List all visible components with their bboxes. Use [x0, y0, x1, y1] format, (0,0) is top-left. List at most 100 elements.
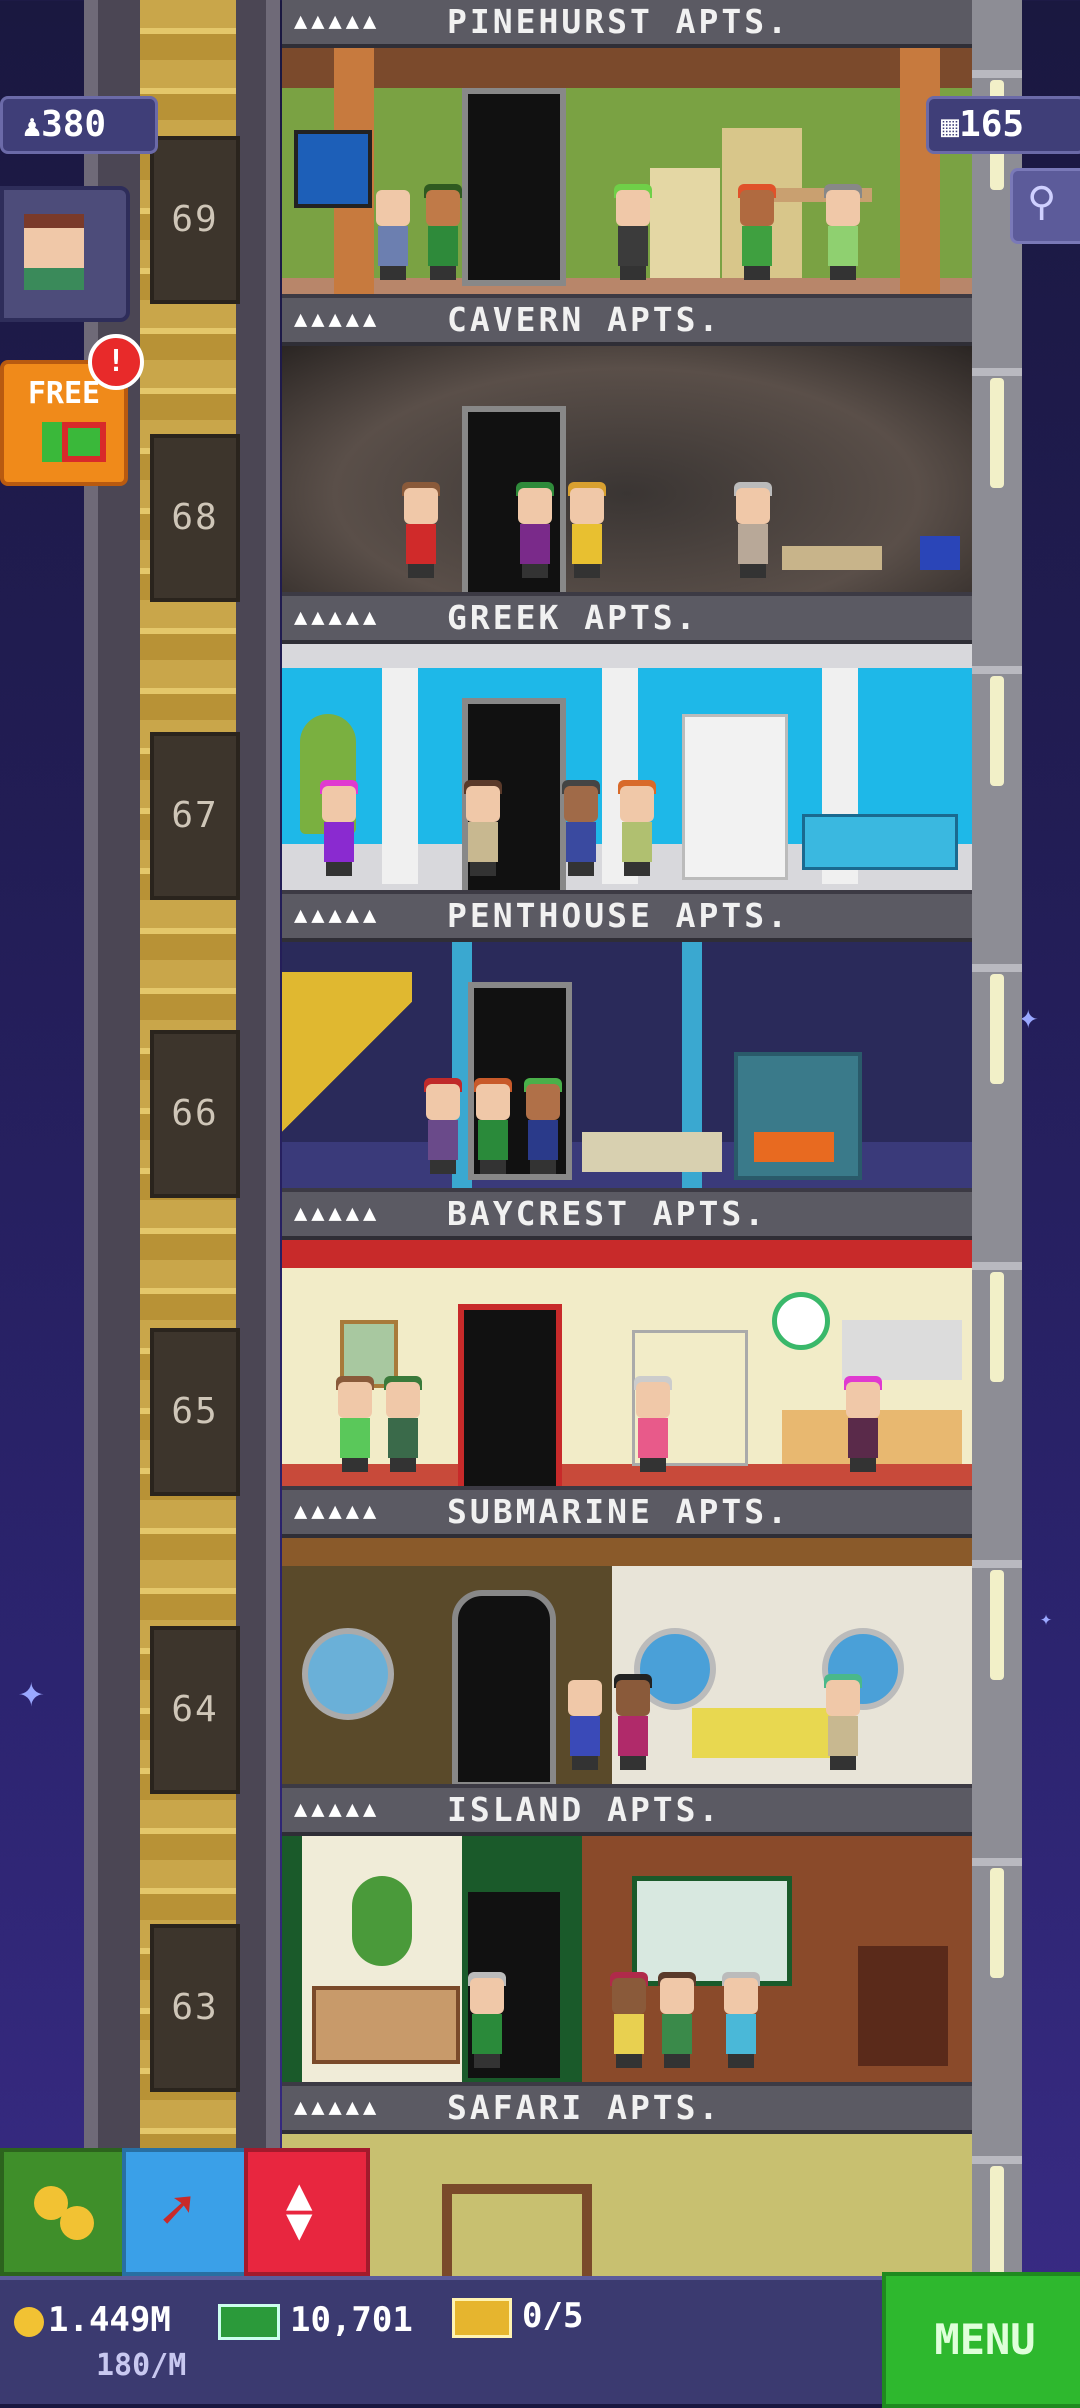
tenant[interactable] — [842, 1376, 882, 1472]
elevator-button[interactable]: ▲ ▼ — [244, 2148, 370, 2276]
tenant[interactable] — [400, 482, 440, 578]
wardrobe — [858, 1946, 948, 2066]
fridge — [650, 168, 720, 278]
floor-submarine[interactable]: ▲▲▲▲▲ SUBMARINE APTS. — [282, 1490, 972, 1788]
floor-island[interactable]: ▲▲▲▲▲ ISLAND APTS. — [282, 1788, 972, 2086]
tenant[interactable] — [736, 184, 776, 280]
window — [990, 974, 1004, 1084]
coins-value: 1.449M — [48, 2300, 171, 2340]
couch — [582, 1132, 722, 1172]
staircase — [282, 972, 412, 1162]
tenant[interactable] — [472, 1078, 512, 1174]
floor-name: CAVERN APTS. — [447, 300, 722, 339]
population-counter[interactable]: ♟380 — [0, 96, 158, 154]
dig-button[interactable]: ➚ — [122, 2148, 248, 2276]
dig-icon: ➚ — [160, 2178, 194, 2243]
tenant[interactable] — [564, 1680, 604, 1770]
tenant[interactable] — [318, 780, 358, 876]
column — [382, 668, 418, 884]
bitizen-avatar-button[interactable] — [0, 186, 130, 322]
floor-stars: ▲▲▲▲▲ — [294, 1201, 381, 1226]
tenant[interactable] — [560, 780, 600, 876]
coins-button[interactable] — [0, 2148, 126, 2276]
tenant[interactable] — [422, 184, 462, 280]
floor-number: 64 — [150, 1626, 240, 1794]
tenant[interactable] — [822, 1674, 862, 1770]
floor-stars: ▲▲▲▲▲ — [294, 903, 381, 928]
bux-icon — [218, 2303, 280, 2340]
tenant[interactable] — [372, 190, 412, 280]
tenant[interactable] — [612, 1674, 652, 1770]
tenant[interactable] — [514, 482, 554, 578]
floor-name: SUBMARINE APTS. — [447, 1492, 791, 1531]
tenant[interactable] — [382, 1376, 422, 1472]
ceiling — [282, 1538, 972, 1566]
tenant[interactable] — [632, 1376, 672, 1472]
floor-pinehurst[interactable]: ▲▲▲▲▲ PINEHURST APTS. — [282, 0, 972, 298]
search-icon: ⚲ — [1027, 179, 1057, 225]
floor-greek[interactable]: ▲▲▲▲▲ GREEK APTS. — [282, 596, 972, 894]
chest — [920, 536, 960, 570]
tenant[interactable] — [720, 1972, 760, 2068]
sparkle-icon: ✦ — [1040, 1606, 1053, 1630]
tenant[interactable] — [616, 780, 656, 876]
floor-cavern[interactable]: ▲▲▲▲▲ CAVERN APTS. — [282, 298, 972, 596]
floor-number: 65 — [150, 1328, 240, 1496]
pillar — [900, 48, 940, 294]
door[interactable] — [462, 88, 566, 286]
menu-button[interactable]: MENU — [882, 2272, 1080, 2408]
window — [990, 1868, 1004, 1978]
search-button[interactable]: ⚲ — [1010, 168, 1080, 244]
tenant[interactable] — [732, 482, 772, 578]
tenant[interactable] — [822, 184, 862, 280]
tenant[interactable] — [522, 1078, 562, 1174]
room-interior — [282, 1836, 972, 2082]
floor-label: ▲▲▲▲▲ CAVERN APTS. — [282, 298, 972, 346]
room-interior — [282, 644, 972, 890]
floor-name: PINEHURST APTS. — [447, 2, 791, 41]
floor-label: ▲▲▲▲▲ BAYCREST APTS. — [282, 1192, 972, 1240]
tickets-display[interactable]: 0/5 — [452, 2296, 583, 2338]
palm-plant — [352, 1876, 412, 1966]
clock-icon — [772, 1292, 830, 1350]
aquarium — [294, 130, 372, 208]
floor-name: GREEK APTS. — [447, 598, 699, 637]
room-interior — [282, 942, 972, 1188]
window — [990, 378, 1004, 488]
tenant[interactable] — [612, 184, 652, 280]
window — [632, 1876, 792, 1986]
coin-rate: 180/M — [96, 2348, 187, 2383]
window — [990, 1570, 1004, 1680]
floor-name: BAYCREST APTS. — [447, 1194, 768, 1233]
room-interior — [282, 2134, 972, 2276]
elevator-icon: ▲ ▼ — [286, 2169, 313, 2250]
tenant[interactable] — [462, 780, 502, 876]
bux-display[interactable]: 10,701 — [218, 2300, 413, 2340]
floor-penthouse[interactable]: ▲▲▲▲▲ PENTHOUSE APTS. — [282, 894, 972, 1192]
floor-stars: ▲▲▲▲▲ — [294, 9, 381, 34]
room-interior — [282, 1538, 972, 1784]
tenant[interactable] — [656, 1972, 696, 2068]
tenant[interactable] — [334, 1376, 374, 1472]
floor-stars: ▲▲▲▲▲ — [294, 605, 381, 630]
floor-label: ▲▲▲▲▲ SAFARI APTS. — [282, 2086, 972, 2134]
coins-display[interactable]: 1.449M — [14, 2300, 171, 2340]
floor-stars: ▲▲▲▲▲ — [294, 1797, 381, 1822]
room-interior — [282, 48, 972, 294]
sofa — [692, 1708, 832, 1758]
floor-baycrest[interactable]: ▲▲▲▲▲ BAYCREST APTS. — [282, 1192, 972, 1490]
population-value: 380 — [41, 104, 107, 145]
door[interactable] — [452, 1590, 556, 1784]
tenant[interactable] — [566, 482, 606, 578]
floor-label: ▲▲▲▲▲ SUBMARINE APTS. — [282, 1490, 972, 1538]
door[interactable] — [458, 1304, 562, 1486]
floors-counter[interactable]: ▦165 — [926, 96, 1080, 154]
tenant[interactable] — [608, 1972, 648, 2068]
porthole-chair — [302, 1628, 394, 1720]
floor-number: 66 — [150, 1030, 240, 1198]
tenant[interactable] — [422, 1078, 462, 1174]
bookshelf — [682, 714, 788, 880]
alert-badge: ! — [88, 334, 144, 390]
tenant[interactable] — [466, 1972, 506, 2068]
floor-safari[interactable]: ▲▲▲▲▲ SAFARI APTS. — [282, 2086, 972, 2276]
